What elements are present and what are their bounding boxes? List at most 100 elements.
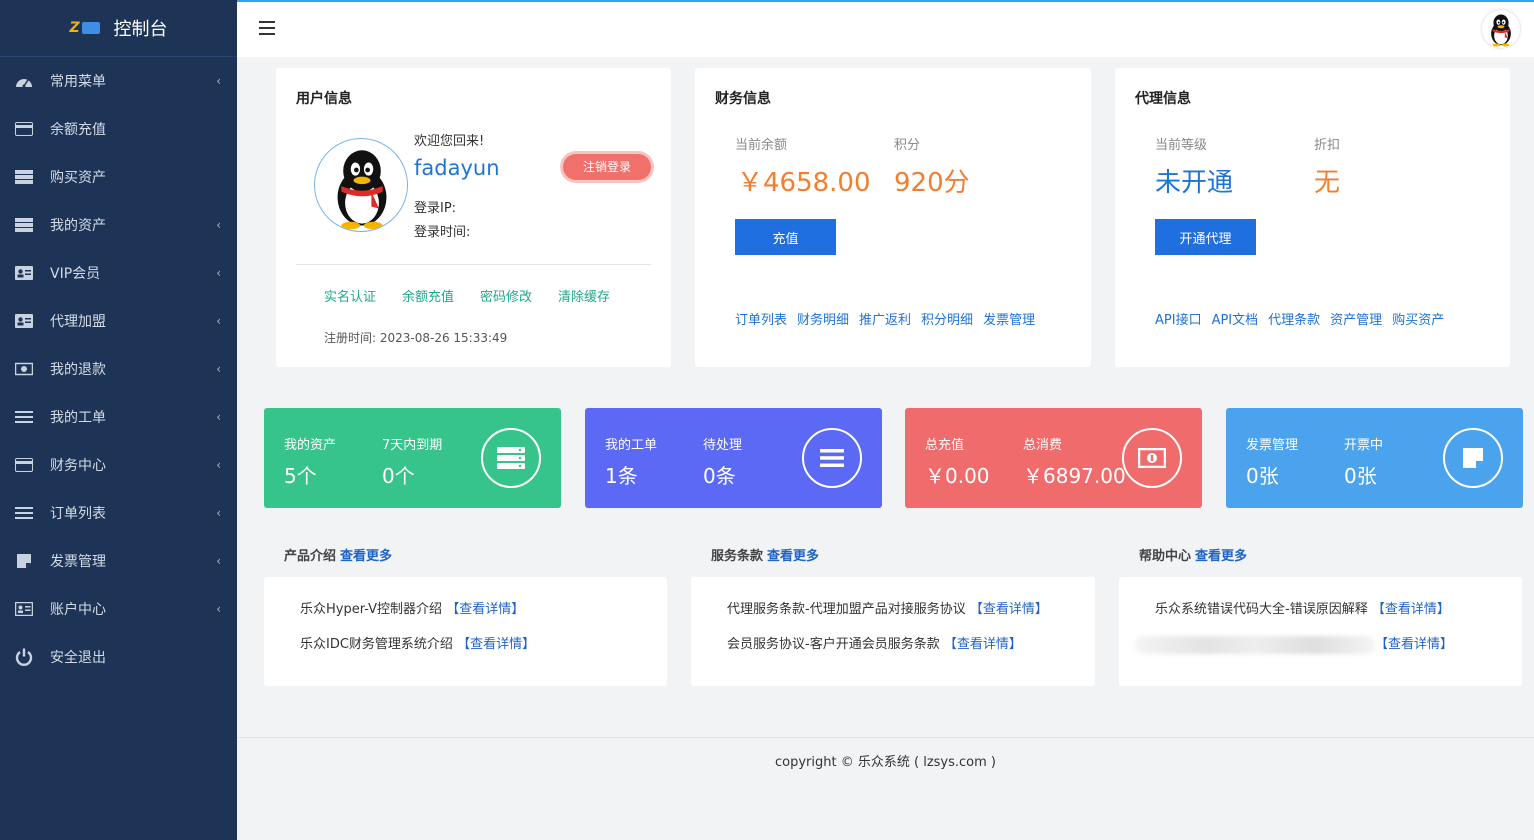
view-more-link[interactable]: 查看更多 [340, 549, 392, 564]
stat-label: 开票中 [1344, 438, 1384, 453]
sidebar-item-label: 财务中心 [50, 458, 106, 474]
logout-button[interactable]: 注销登录 [563, 154, 651, 180]
clear-cache-link[interactable]: 清除缓存 [558, 286, 610, 305]
stat-card-money[interactable]: 总充值 ￥0.00 总消费 ￥6897.00 [905, 408, 1202, 508]
sidebar-item-label: 发票管理 [50, 554, 106, 570]
qq-penguin-icon [337, 150, 387, 230]
chevron-left-icon: ‹ [216, 554, 221, 568]
sidebar-item-refund[interactable]: 我的退款 ‹ [0, 345, 237, 393]
list-item[interactable]: 乐众Hyper-V控制器介绍 【查看详情】 [300, 598, 524, 617]
points-label: 积分 [894, 138, 921, 153]
sidebar-item-vip[interactable]: VIP会员 ‹ [0, 249, 237, 297]
view-detail-link[interactable]: 【查看详情】 [944, 637, 1022, 652]
avatar[interactable] [1482, 10, 1520, 48]
view-detail-link[interactable]: 【查看详情】 [1375, 637, 1453, 652]
stat-card-invoices[interactable]: 发票管理 0张 开票中 0张 [1226, 408, 1523, 508]
footer-divider [237, 737, 1534, 738]
list-item[interactable]: 会员服务协议-客户开通会员服务条款 【查看详情】 [727, 633, 1022, 652]
item-text: 乐众IDC财务管理系统介绍 [300, 637, 453, 652]
change-password-link[interactable]: 密码修改 [480, 286, 532, 305]
lezhong-logo-icon: Z [70, 20, 106, 36]
list-item[interactable]: 乐众IDC财务管理系统介绍 【查看详情】 [300, 633, 535, 652]
invoice-management-link[interactable]: 发票管理 [983, 309, 1035, 328]
api-docs-link[interactable]: API文档 [1212, 309, 1259, 328]
list-icon [14, 503, 34, 523]
points-detail-link[interactable]: 积分明细 [921, 309, 973, 328]
list-icon [802, 428, 862, 488]
hamburger-menu-icon[interactable] [259, 21, 275, 35]
sidebar-item-label: 代理加盟 [50, 314, 106, 330]
money-icon [1122, 428, 1182, 488]
list-item[interactable]: 【查看详情】 [1135, 633, 1453, 654]
login-time: 登录时间: [414, 225, 471, 240]
sidebar-item-my-assets[interactable]: 我的资产 ‹ [0, 201, 237, 249]
agent-terms-link[interactable]: 代理条款 [1268, 309, 1320, 328]
item-text: 会员服务协议-客户开通会员服务条款 [727, 637, 940, 652]
stat-label: 7天内到期 [382, 438, 443, 453]
list-item[interactable]: 代理服务条款-代理加盟产品对接服务协议 【查看详情】 [727, 598, 1048, 617]
view-detail-link[interactable]: 【查看详情】 [446, 602, 524, 617]
chevron-left-icon: ‹ [216, 74, 221, 88]
stat-value: 0张 [1246, 464, 1279, 488]
sidebar-item-label: 订单列表 [50, 506, 106, 522]
stat-card-tickets[interactable]: 我的工单 1条 待处理 0条 [585, 408, 882, 508]
view-detail-link[interactable]: 【查看详情】 [457, 637, 535, 652]
user-links: 实名认证 余额充值 密码修改 清除缓存 [324, 286, 610, 305]
stat-value: 0个 [382, 464, 415, 488]
product-intro-heading: 产品介绍 查看更多 [284, 545, 392, 564]
view-detail-link[interactable]: 【查看详情】 [970, 602, 1048, 617]
product-intro-panel: 乐众Hyper-V控制器介绍 【查看详情】 乐众IDC财务管理系统介绍 【查看详… [264, 577, 667, 686]
view-more-link[interactable]: 查看更多 [767, 549, 819, 564]
sidebar-item-invoices[interactable]: 发票管理 ‹ [0, 537, 237, 585]
balance-value: ￥4658.00 [737, 168, 871, 198]
sidebar-item-label: VIP会员 [50, 266, 101, 282]
id-card-icon [14, 599, 34, 619]
power-icon [14, 647, 34, 667]
card-icon [14, 455, 34, 475]
recharge-button[interactable]: 充值 [735, 219, 836, 255]
brand-title: 控制台 [113, 19, 168, 40]
chevron-left-icon: ‹ [216, 314, 221, 328]
sidebar-item-agent[interactable]: 代理加盟 ‹ [0, 297, 237, 345]
real-name-auth-link[interactable]: 实名认证 [324, 286, 376, 305]
note-icon [14, 551, 34, 571]
stat-value: ￥6897.00 [1023, 464, 1126, 488]
stat-label: 发票管理 [1246, 438, 1299, 453]
sidebar-item-label: 常用菜单 [50, 74, 106, 90]
stat-label: 我的工单 [605, 438, 658, 453]
sidebar-item-account[interactable]: 账户中心 ‹ [0, 585, 237, 633]
open-agent-button[interactable]: 开通代理 [1155, 219, 1256, 255]
sidebar-item-buy-assets[interactable]: 购买资产 [0, 153, 237, 201]
sidebar-item-label: 账户中心 [50, 602, 106, 618]
stat-card-assets[interactable]: 我的资产 5个 7天内到期 0个 [264, 408, 561, 508]
discount-label: 折扣 [1314, 138, 1341, 153]
finance-detail-link[interactable]: 财务明细 [797, 309, 849, 328]
chevron-left-icon: ‹ [216, 266, 221, 280]
note-icon [1443, 428, 1503, 488]
sidebar-item-tickets[interactable]: 我的工单 ‹ [0, 393, 237, 441]
recharge-link[interactable]: 余额充值 [402, 286, 454, 305]
api-interface-link[interactable]: API接口 [1155, 309, 1202, 328]
sidebar-item-common-menu[interactable]: 常用菜单 ‹ [0, 57, 237, 105]
stat-label: 总充值 [925, 438, 965, 453]
footer-copyright: copyright © 乐众系统 ( lzsys.com ) [775, 755, 996, 770]
list-item[interactable]: 乐众系统错误代码大全-错误原因解释 【查看详情】 [1155, 598, 1450, 617]
list-icon [14, 407, 34, 427]
id-card-icon [14, 311, 34, 331]
buy-assets-link[interactable]: 购买资产 [1392, 309, 1444, 328]
sidebar-item-finance[interactable]: 财务中心 ‹ [0, 441, 237, 489]
asset-management-link[interactable]: 资产管理 [1330, 309, 1382, 328]
server-icon [14, 167, 34, 187]
sidebar-item-label: 购买资产 [50, 170, 106, 186]
view-more-link[interactable]: 查看更多 [1195, 549, 1247, 564]
brand[interactable]: Z 控制台 [0, 0, 237, 57]
help-center-heading: 帮助中心 查看更多 [1139, 545, 1247, 564]
promotion-rebate-link[interactable]: 推广返利 [859, 309, 911, 328]
order-list-link[interactable]: 订单列表 [735, 309, 787, 328]
sidebar-item-logout[interactable]: 安全退出 [0, 633, 237, 681]
register-time: 注册时间: 2023-08-26 15:33:49 [324, 331, 508, 345]
sidebar-item-orders[interactable]: 订单列表 ‹ [0, 489, 237, 537]
view-detail-link[interactable]: 【查看详情】 [1372, 602, 1450, 617]
item-text: 乐众Hyper-V控制器介绍 [300, 602, 443, 617]
sidebar-item-recharge[interactable]: 余额充值 [0, 105, 237, 153]
